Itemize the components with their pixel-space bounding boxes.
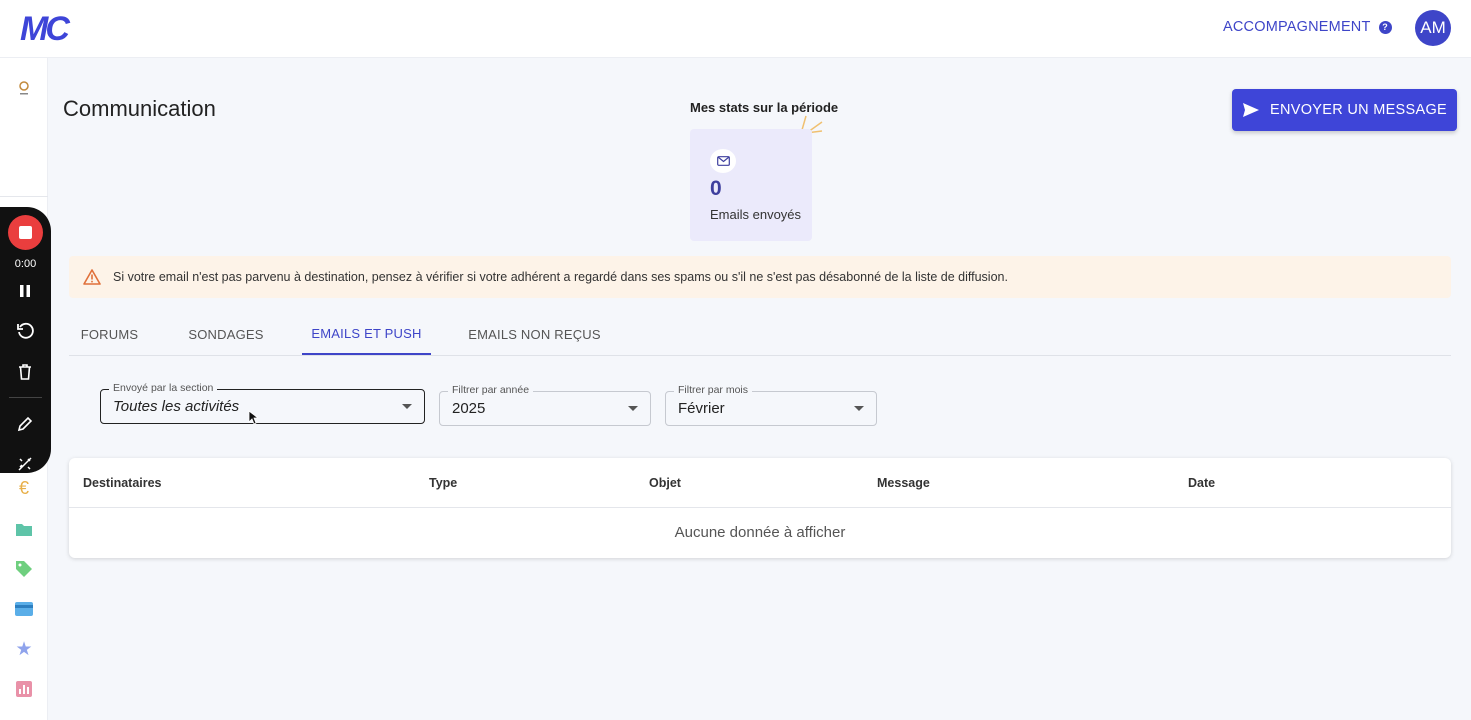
club-logo-icon[interactable]	[16, 80, 32, 100]
tab-emails-non-recus[interactable]: EMAILS NON REÇUS	[463, 314, 606, 355]
dropdown-arrow-icon	[628, 406, 638, 411]
screen-recorder-toolbar: 0:00	[0, 207, 51, 473]
send-icon	[1242, 103, 1259, 117]
emails-sent-card: 0 Emails envoyés	[690, 129, 812, 241]
recorder-divider	[9, 397, 42, 398]
accompagnement-link[interactable]: ACCOMPAGNEMENT ?	[1223, 19, 1392, 35]
column-header-date[interactable]: Date	[1188, 476, 1215, 490]
month-select-label: Filtrer par mois	[674, 384, 753, 396]
mc-logo[interactable]: MC	[20, 10, 86, 46]
euro-icon[interactable]: €	[14, 478, 34, 498]
column-header-objet[interactable]: Objet	[649, 476, 681, 490]
trash-icon[interactable]	[13, 360, 37, 384]
emails-sent-count: 0	[710, 177, 722, 200]
send-message-button[interactable]: ENVOYER UN MESSAGE	[1232, 89, 1457, 131]
month-select[interactable]: Filtrer par mois Février	[665, 384, 877, 426]
help-icon: ?	[1378, 20, 1392, 34]
dropdown-arrow-icon	[402, 404, 412, 409]
card-icon[interactable]	[14, 599, 34, 619]
tab-bar: FORUMS SONDAGES EMAILS ET PUSH EMAILS NO…	[69, 314, 1451, 356]
tab-sondages[interactable]: SONDAGES	[182, 314, 270, 355]
empty-table-message: Aucune donnée à afficher	[674, 524, 846, 541]
emails-sent-label: Emails envoyés	[710, 207, 802, 222]
month-select-value: Février	[678, 400, 725, 417]
svg-text:MC: MC	[20, 10, 70, 46]
table-header: Destinataires Type Objet Message Date	[69, 458, 1451, 508]
pause-icon[interactable]	[13, 279, 37, 303]
section-select-label: Envoyé par la section	[109, 382, 218, 394]
section-select[interactable]: Envoyé par la section Toutes les activit…	[100, 382, 425, 424]
sidebar-divider	[0, 196, 48, 197]
mail-icon	[710, 149, 736, 173]
dropdown-arrow-icon	[854, 406, 864, 411]
folder-icon[interactable]	[14, 519, 34, 539]
accompagnement-label: ACCOMPAGNEMENT	[1223, 19, 1371, 35]
column-header-message[interactable]: Message	[877, 476, 930, 490]
tag-icon[interactable]	[14, 559, 34, 579]
column-header-destinataires[interactable]: Destinataires	[83, 476, 162, 490]
pen-icon[interactable]	[13, 412, 37, 436]
tab-forums[interactable]: FORUMS	[69, 314, 150, 355]
year-select[interactable]: Filtrer par année 2025	[439, 384, 651, 426]
page-title: Communication	[63, 96, 216, 121]
top-bar: MC ACCOMPAGNEMENT ? AM	[0, 0, 1471, 58]
tab-emails-et-push[interactable]: EMAILS ET PUSH	[302, 314, 431, 355]
mouse-cursor-icon	[248, 410, 258, 425]
stop-recording-button[interactable]	[8, 215, 43, 250]
restart-icon[interactable]	[13, 319, 37, 343]
messages-table: Destinataires Type Objet Message Date Au…	[69, 458, 1451, 558]
section-select-value: Toutes les activités	[113, 398, 240, 415]
year-select-label: Filtrer par année	[448, 384, 534, 396]
column-header-type[interactable]: Type	[429, 476, 457, 490]
send-message-label: ENVOYER UN MESSAGE	[1269, 102, 1448, 118]
alert-text: Si votre email n'est pas parvenu à desti…	[113, 270, 1008, 284]
star-icon[interactable]: ★	[14, 639, 34, 660]
year-select-value: 2025	[452, 400, 486, 417]
avatar[interactable]: AM	[1415, 10, 1451, 46]
spam-warning-alert: Si votre email n'est pas parvenu à desti…	[69, 256, 1451, 298]
effects-icon[interactable]	[13, 452, 37, 476]
recording-time: 0:00	[14, 258, 37, 270]
stats-icon[interactable]	[14, 679, 34, 699]
warning-icon	[83, 269, 101, 285]
